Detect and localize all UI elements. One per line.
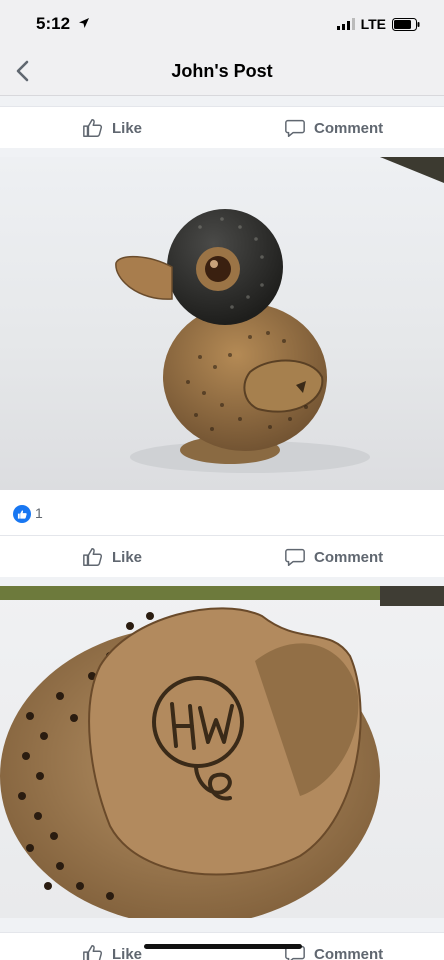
like-reaction-icon	[13, 505, 31, 523]
ceramic-duck-underside-photo	[0, 586, 444, 918]
thumbs-up-icon	[83, 548, 103, 566]
location-arrow-icon	[79, 18, 89, 28]
like-button[interactable]: Like	[82, 117, 142, 139]
navigation-bar: John's Post	[0, 46, 444, 96]
signal-icon	[336, 18, 355, 30]
comment-label: Comment	[314, 548, 384, 566]
thumbs-up-icon	[83, 945, 103, 960]
home-indicator[interactable]	[144, 944, 302, 949]
like-label: Like	[112, 119, 143, 137]
like-label: Like	[112, 945, 143, 960]
comment-bubble-icon	[285, 119, 305, 137]
thumbs-up-icon	[17, 509, 27, 519]
reaction-count: 1	[35, 505, 43, 521]
like-button[interactable]: Like	[82, 546, 142, 568]
photo-action-bar: Like Comment	[0, 535, 444, 577]
comment-label: Comment	[314, 945, 384, 960]
status-time: 5:12	[36, 14, 71, 33]
comment-bubble-icon	[285, 548, 305, 566]
network-type: LTE	[360, 16, 386, 32]
ceramic-duck-photo	[115, 157, 444, 473]
page-title: John's Post	[171, 61, 273, 81]
like-button[interactable]: Like	[82, 943, 142, 960]
post-action-bar: Like Comment	[0, 106, 444, 148]
like-label: Like	[112, 548, 143, 566]
comment-button[interactable]: Comment	[284, 546, 383, 568]
comment-button[interactable]: Comment	[284, 117, 383, 139]
reactions-summary[interactable]: 1	[0, 490, 444, 535]
comment-label: Comment	[314, 119, 384, 137]
post-photo[interactable]	[0, 586, 444, 918]
thumbs-up-icon	[83, 119, 103, 137]
post-photo[interactable]	[0, 157, 444, 490]
battery-icon	[392, 17, 420, 31]
status-indicators: LTE	[336, 16, 420, 32]
status-bar: 5:12 LTE	[0, 0, 444, 46]
